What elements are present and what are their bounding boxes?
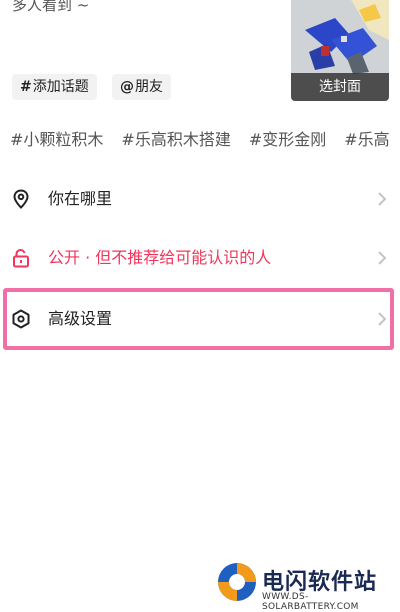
cover-thumbnail[interactable]: 选封面 [291,0,389,101]
suggested-tag[interactable]: #乐高 [344,130,389,149]
add-topic-chip[interactable]: #添加话题 [12,74,97,100]
chevron-right-icon [378,251,387,265]
mention-friend-label: 朋友 [135,79,163,95]
post-description[interactable]: 多人看到 ~ [12,0,89,15]
chevron-right-icon [378,192,387,206]
suggested-tags: #小颗粒积木 #乐高积木搭建 #变形金刚 #乐高 [10,126,400,152]
privacy-label: 公开 · 但不推荐给可能认识的人 [48,248,272,267]
watermark-logo-icon [218,563,256,601]
highlight-box [3,288,394,350]
watermark-url: WWW.DS-SOLARBATTERY.COM [262,592,359,612]
unlock-icon [13,248,29,268]
location-label: 你在哪里 [48,189,113,208]
suggested-tag[interactable]: #变形金刚 [249,130,326,149]
select-cover-button[interactable]: 选封面 [291,73,389,101]
add-topic-label: 添加话题 [32,79,89,95]
mention-friend-chip[interactable]: @朋友 [112,74,171,100]
location-pin-icon [13,189,29,209]
privacy-row[interactable]: 公开 · 但不推荐给可能认识的人 [0,229,400,287]
suggested-tag[interactable]: #乐高积木搭建 [121,130,230,149]
at-icon: @ [120,79,134,95]
location-row[interactable]: 你在哪里 [0,170,400,228]
suggested-tag[interactable]: #小颗粒积木 [10,130,103,149]
hashtag-icon: # [20,79,32,95]
